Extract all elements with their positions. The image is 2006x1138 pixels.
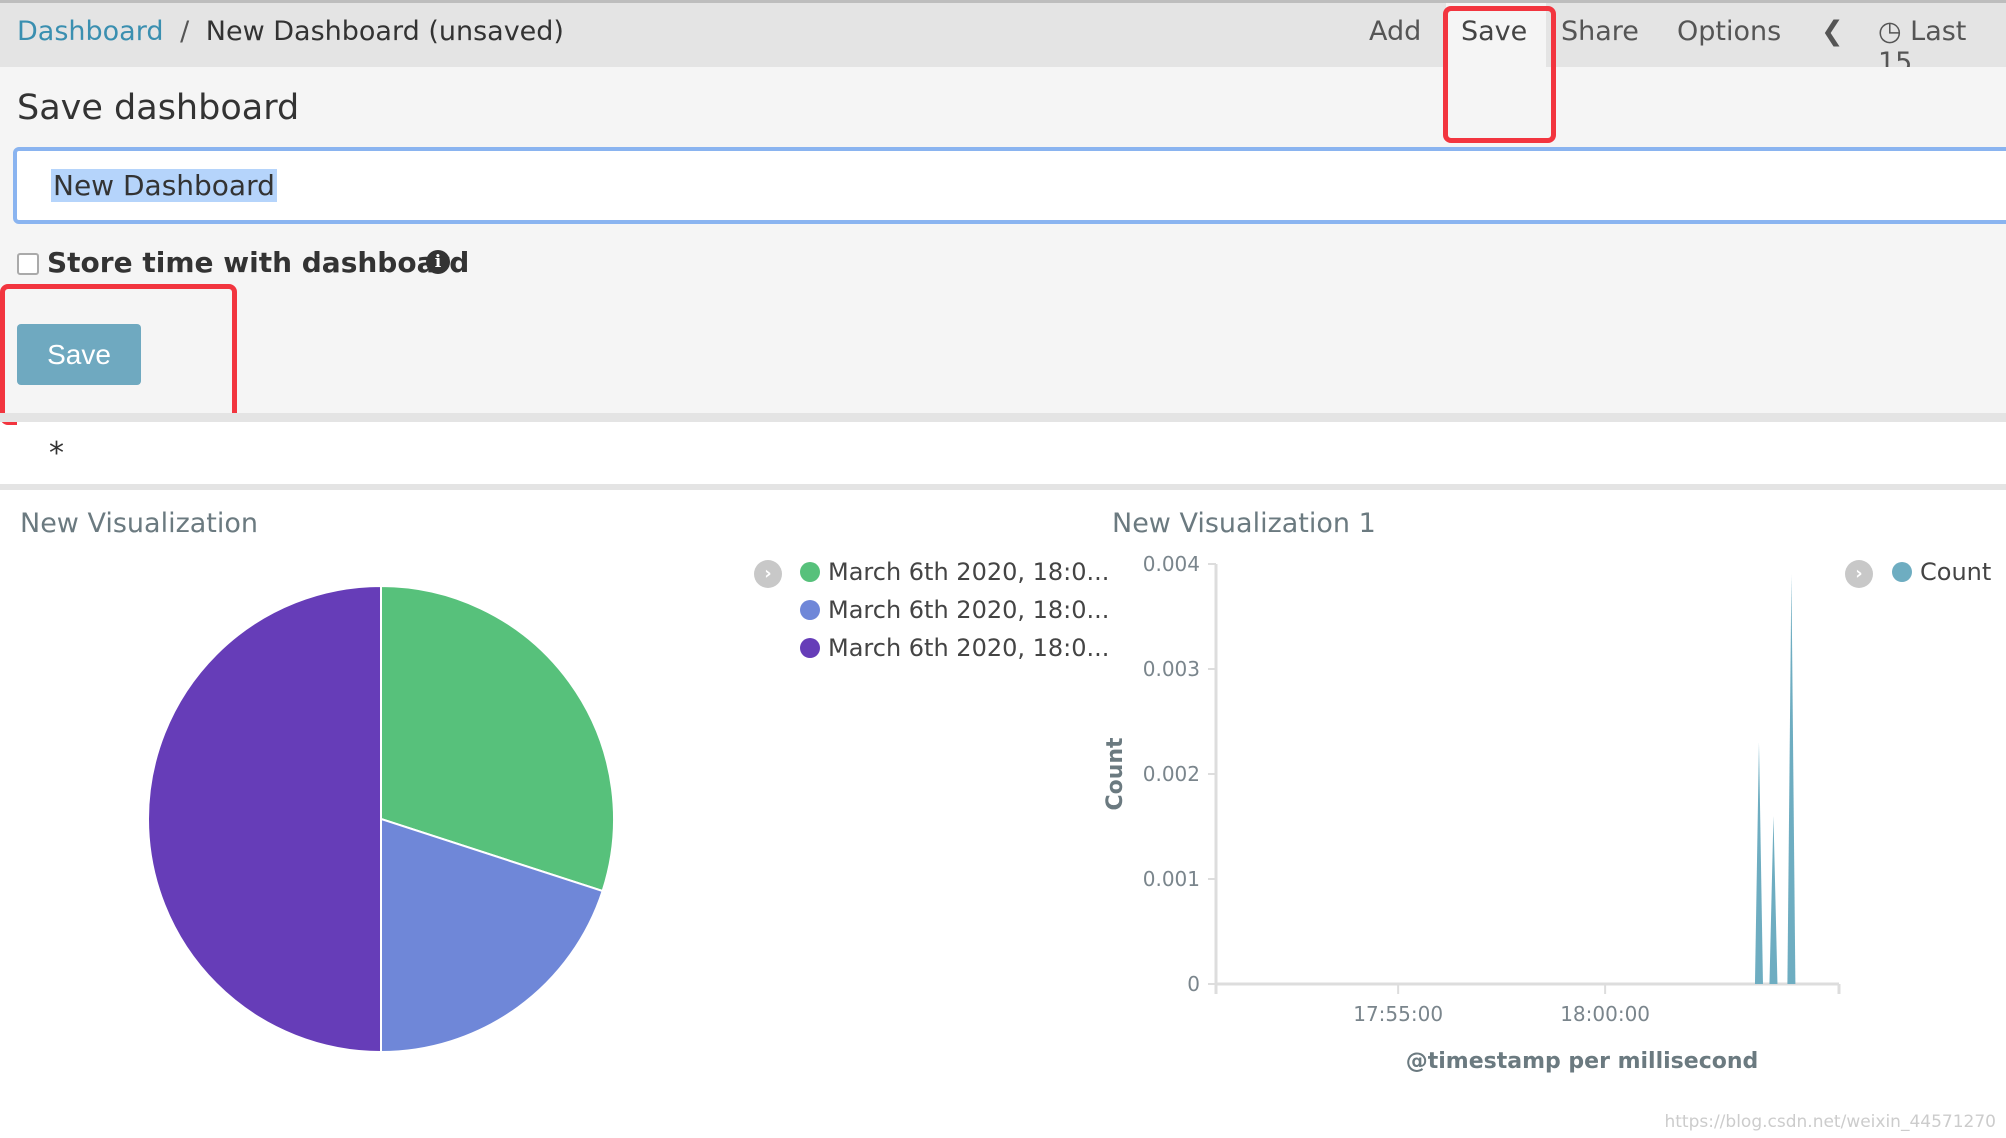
x-tick-label: 17:55:00 (1353, 1002, 1443, 1026)
watermark: https://blog.csdn.net/weixin_44571270 (1664, 1112, 1996, 1132)
y-tick-label: 0.002 (1143, 762, 1200, 786)
y-tick-label: 0 (1187, 972, 1200, 996)
area-spike-2[interactable] (1787, 574, 1796, 985)
divider (0, 413, 2006, 422)
x-axis-label: @timestamp per millisecond (1406, 1049, 1759, 1074)
area-spike-0[interactable] (1754, 742, 1763, 985)
pie-chart (147, 584, 615, 1054)
y-tick-label: 0.004 (1143, 552, 1200, 576)
breadcrumb-separator: / (180, 16, 190, 47)
breadcrumb: Dashboard / New Dashboard (unsaved) (17, 16, 564, 47)
legend-toggle-icon[interactable]: › (1845, 560, 1873, 588)
share-button[interactable]: Share (1561, 16, 1639, 47)
x-tick-label: 18:00:00 (1560, 1002, 1650, 1026)
info-icon[interactable]: i (426, 250, 450, 274)
add-button[interactable]: Add (1369, 16, 1421, 47)
area-spike-1[interactable] (1769, 816, 1778, 984)
breadcrumb-dashboard-link[interactable]: Dashboard (17, 16, 163, 47)
dashboard-name-value: New Dashboard (51, 169, 277, 202)
legend-dot (800, 638, 820, 658)
query-input[interactable]: * (17, 422, 2006, 484)
legend-label: March 6th 2020, 18:0... (828, 558, 1110, 586)
clock-icon: ◷ (1878, 16, 1902, 47)
pie-slice-2[interactable] (147, 584, 382, 1054)
store-time-label[interactable]: Store time with dashboard (47, 246, 469, 279)
save-panel-title: Save dashboard (17, 88, 300, 128)
breadcrumb-current: New Dashboard (unsaved) (205, 16, 564, 47)
pie-legend-item[interactable]: March 6th 2020, 18:0... (800, 596, 1109, 624)
y-tick-label: 0.003 (1143, 657, 1200, 681)
legend-dot (800, 600, 820, 620)
options-button[interactable]: Options (1677, 16, 1781, 47)
dashboard-name-input[interactable]: New Dashboard (13, 147, 2006, 224)
pie-legend-item[interactable]: March 6th 2020, 18:0... (800, 634, 1109, 662)
legend-label: Count (1920, 558, 1992, 586)
pie-legend-item[interactable]: March 6th 2020, 18:0... (800, 558, 1109, 586)
legend-toggle-icon[interactable]: › (754, 560, 782, 588)
highlight-box (0, 284, 237, 425)
legend-label: March 6th 2020, 18:0... (828, 634, 1110, 662)
highlight-box (1443, 6, 1556, 143)
y-tick-label: 0.001 (1143, 867, 1200, 891)
save-panel (0, 67, 2006, 413)
legend-dot (800, 562, 820, 582)
chevron-left-icon[interactable]: ❮ (1821, 16, 1844, 47)
y-axis-label: Count (1103, 737, 1128, 811)
area-chart: 0 0.001 0.002 0.003 0.004 17:55:00 18:00:00 Co… (1103, 552, 1841, 1074)
query-value: * (49, 436, 64, 471)
legend-dot (1892, 562, 1912, 582)
legend-label: March 6th 2020, 18:0... (828, 596, 1110, 624)
store-time-checkbox[interactable] (17, 253, 39, 275)
line-legend-item[interactable]: Count (1892, 558, 1991, 586)
